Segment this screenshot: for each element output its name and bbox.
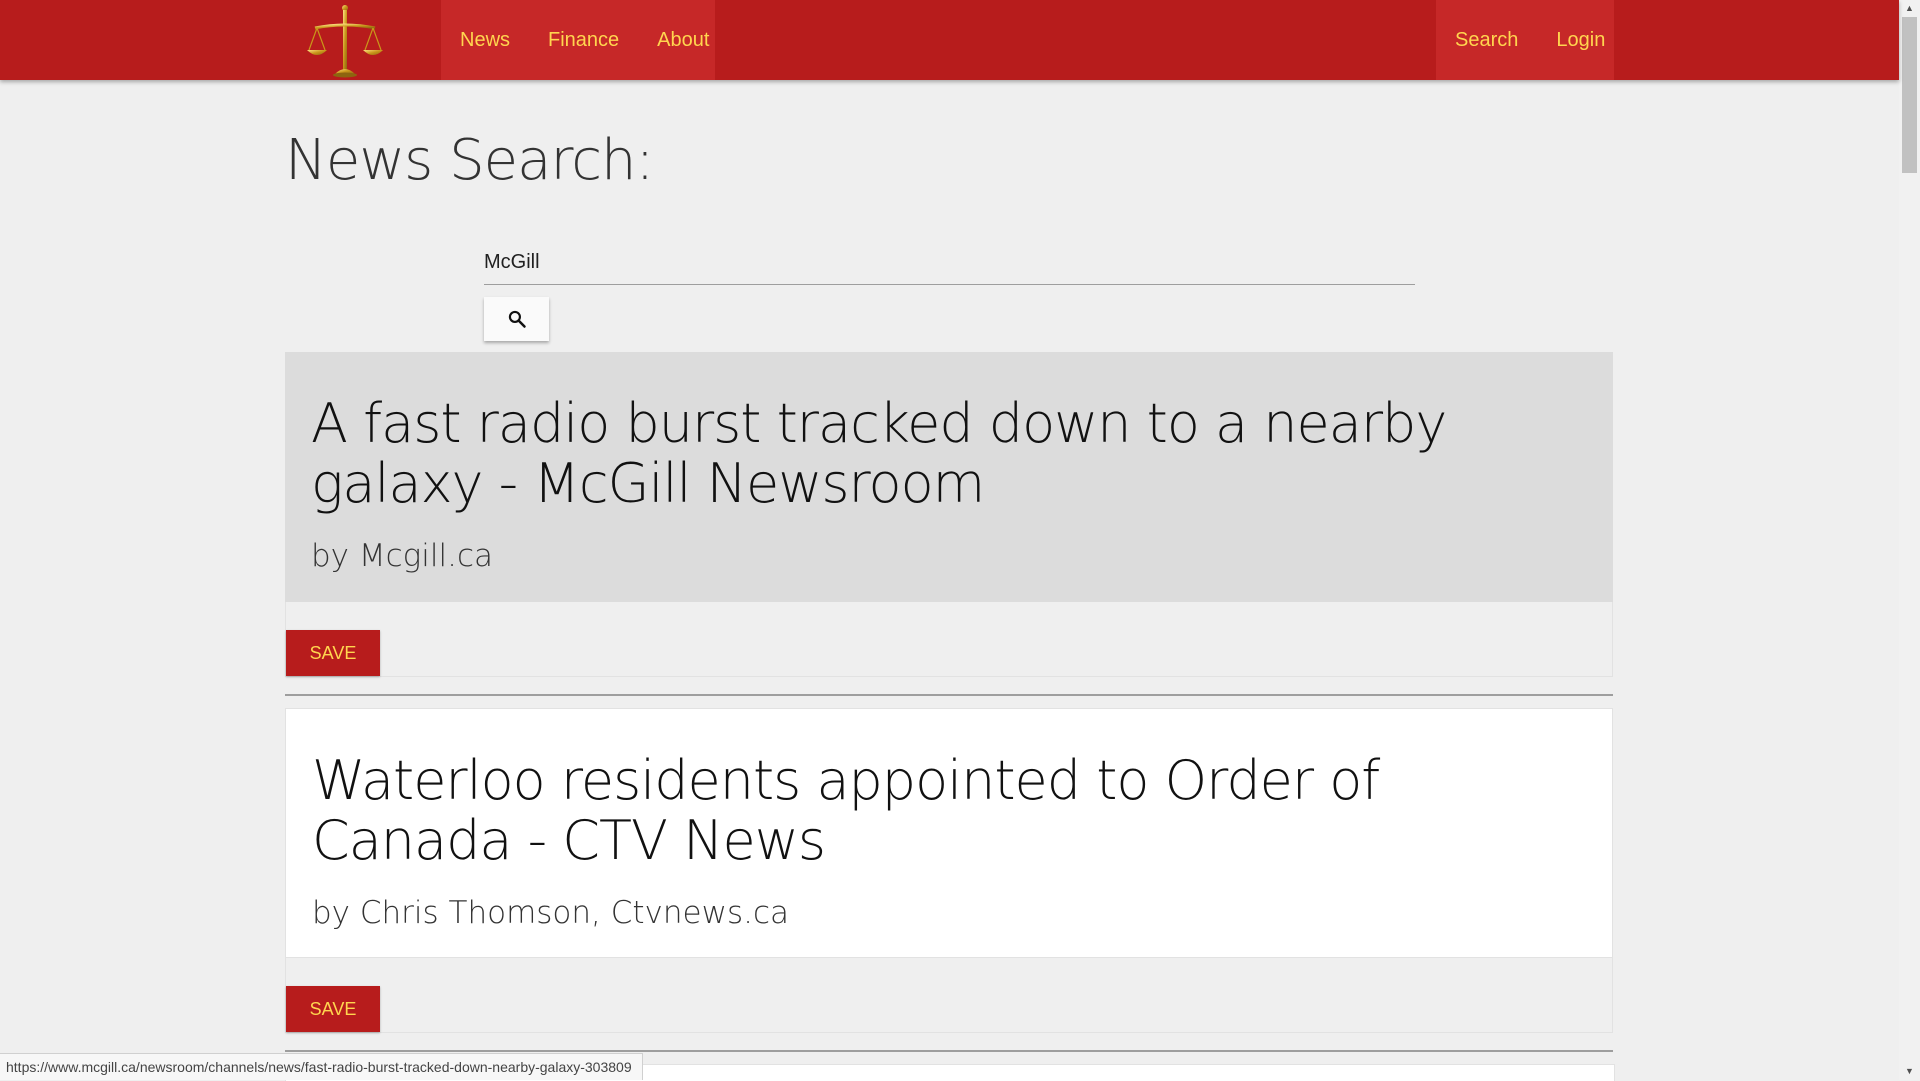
search-icon <box>508 310 526 328</box>
result-author: by Chris Thomson, Ctvnews.ca <box>312 895 790 931</box>
search-input[interactable] <box>484 240 1415 285</box>
page-title: News Search: <box>285 128 654 193</box>
scroll-up-arrow-icon[interactable]: ▲ <box>1899 0 1920 17</box>
result-divider <box>285 1050 1613 1052</box>
save-button[interactable]: SAVE <box>286 986 380 1032</box>
result-title[interactable]: A fast radio burst tracked down to a nea… <box>311 394 1587 514</box>
result-title[interactable]: Waterloo residents appointed to Order of… <box>312 751 1586 871</box>
scales-logo-icon[interactable] <box>305 2 385 78</box>
result-divider <box>285 694 1613 696</box>
page-scrollbar[interactable]: ▲ ▼ <box>1899 0 1920 1080</box>
secondary-nav: Search Login <box>1436 0 1614 80</box>
result-author: by Mcgill.ca <box>311 538 494 574</box>
result-card: Waterloo residents appointed to Order of… <box>285 708 1613 1033</box>
result-card-actions: SAVE <box>285 958 1613 1033</box>
top-navbar: News Finance About Search Login <box>0 0 1899 80</box>
search-button[interactable] <box>484 297 549 341</box>
scroll-down-arrow-icon[interactable]: ▼ <box>1899 1063 1920 1080</box>
result-card-actions: SAVE <box>285 602 1613 677</box>
link-status-bar: https://www.mcgill.ca/newsroom/channels/… <box>0 1053 643 1080</box>
nav-item-search[interactable]: Search <box>1436 0 1537 80</box>
result-card: A fast radio burst tracked down to a nea… <box>285 352 1613 677</box>
nav-item-about[interactable]: About <box>638 0 728 80</box>
scrollbar-thumb[interactable] <box>1902 17 1917 173</box>
nav-item-news[interactable]: News <box>441 0 529 80</box>
primary-nav: News Finance About <box>441 0 715 80</box>
save-button[interactable]: SAVE <box>286 630 380 676</box>
result-card-content[interactable]: Waterloo residents appointed to Order of… <box>285 708 1613 958</box>
nav-item-finance[interactable]: Finance <box>529 0 638 80</box>
result-card-content[interactable]: A fast radio burst tracked down to a nea… <box>285 352 1613 602</box>
nav-item-login[interactable]: Login <box>1537 0 1624 80</box>
